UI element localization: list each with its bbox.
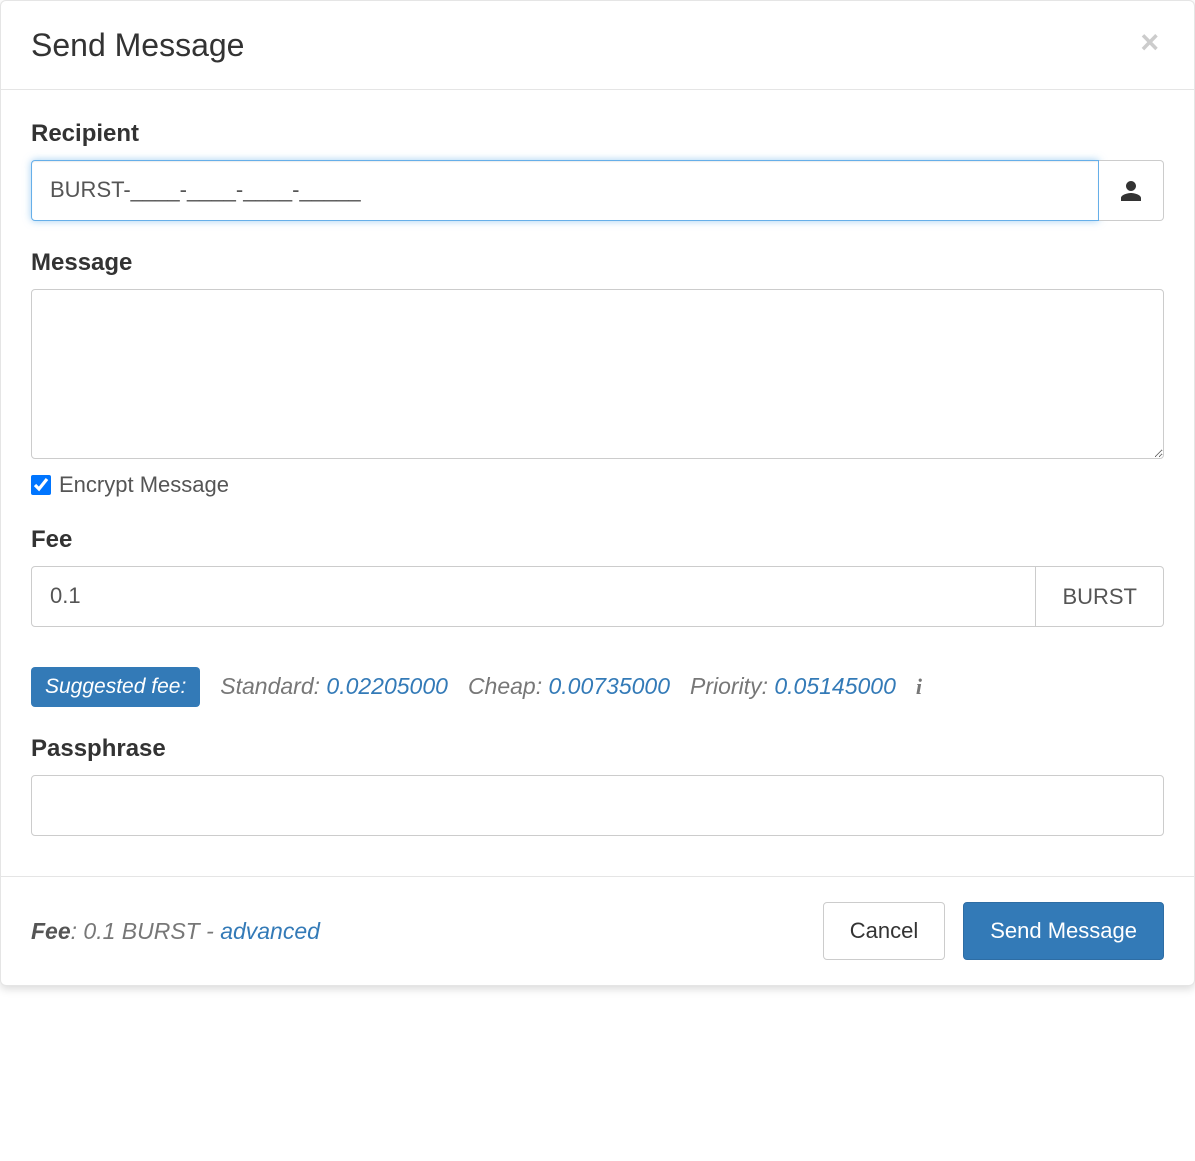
send-message-button[interactable]: Send Message [963, 902, 1164, 961]
fee-group: Fee BURST [31, 526, 1164, 627]
cancel-button[interactable]: Cancel [823, 902, 945, 961]
user-icon [1119, 179, 1143, 203]
encrypt-checkbox-wrap: Encrypt Message [31, 472, 1164, 498]
fee-priority-value[interactable]: 0.05145000 [774, 673, 896, 699]
recipient-picker-button[interactable] [1099, 160, 1164, 221]
send-message-modal: Send Message × Recipient Message Encrypt… [0, 0, 1195, 986]
modal-title: Send Message [31, 26, 244, 64]
recipient-label: Recipient [31, 120, 1164, 148]
modal-body: Recipient Message Encrypt Message Fee BU… [1, 90, 1194, 875]
fee-priority-label: Priority: [690, 673, 774, 699]
message-group: Message Encrypt Message [31, 249, 1164, 498]
fee-priority: Priority: 0.05145000 [690, 673, 896, 700]
encrypt-checkbox[interactable] [31, 475, 51, 495]
recipient-input[interactable] [31, 160, 1099, 221]
message-input[interactable] [31, 289, 1164, 459]
fee-label: Fee [31, 526, 1164, 554]
passphrase-input[interactable] [31, 775, 1164, 836]
fee-standard-value[interactable]: 0.02205000 [326, 673, 448, 699]
footer-fee-text: : 0.1 BURST - [71, 918, 221, 944]
passphrase-group: Passphrase [31, 735, 1164, 836]
modal-header: Send Message × [1, 1, 1194, 90]
fee-cheap: Cheap: 0.00735000 [468, 673, 670, 700]
fee-standard-label: Standard: [220, 673, 326, 699]
info-icon[interactable]: i [916, 674, 922, 700]
fee-standard: Standard: 0.02205000 [220, 673, 448, 700]
suggested-fee-badge: Suggested fee: [31, 667, 200, 707]
suggested-fee-row: Suggested fee: Standard: 0.02205000 Chea… [31, 667, 1164, 707]
encrypt-label: Encrypt Message [59, 472, 229, 498]
fee-cheap-value[interactable]: 0.00735000 [549, 673, 671, 699]
fee-cheap-label: Cheap: [468, 673, 549, 699]
passphrase-label: Passphrase [31, 735, 1164, 763]
modal-footer: Fee: 0.1 BURST - advanced Cancel Send Me… [1, 876, 1194, 986]
recipient-group: Recipient [31, 120, 1164, 221]
recipient-input-group [31, 160, 1164, 221]
fee-input[interactable] [31, 566, 1036, 627]
footer-fee-label: Fee [31, 918, 71, 944]
advanced-link[interactable]: advanced [220, 918, 320, 944]
fee-unit: BURST [1036, 566, 1164, 627]
message-label: Message [31, 249, 1164, 277]
footer-fee-summary: Fee: 0.1 BURST - advanced [31, 918, 320, 945]
close-icon[interactable]: × [1135, 26, 1164, 58]
fee-input-group: BURST [31, 566, 1164, 627]
footer-buttons: Cancel Send Message [823, 902, 1164, 961]
